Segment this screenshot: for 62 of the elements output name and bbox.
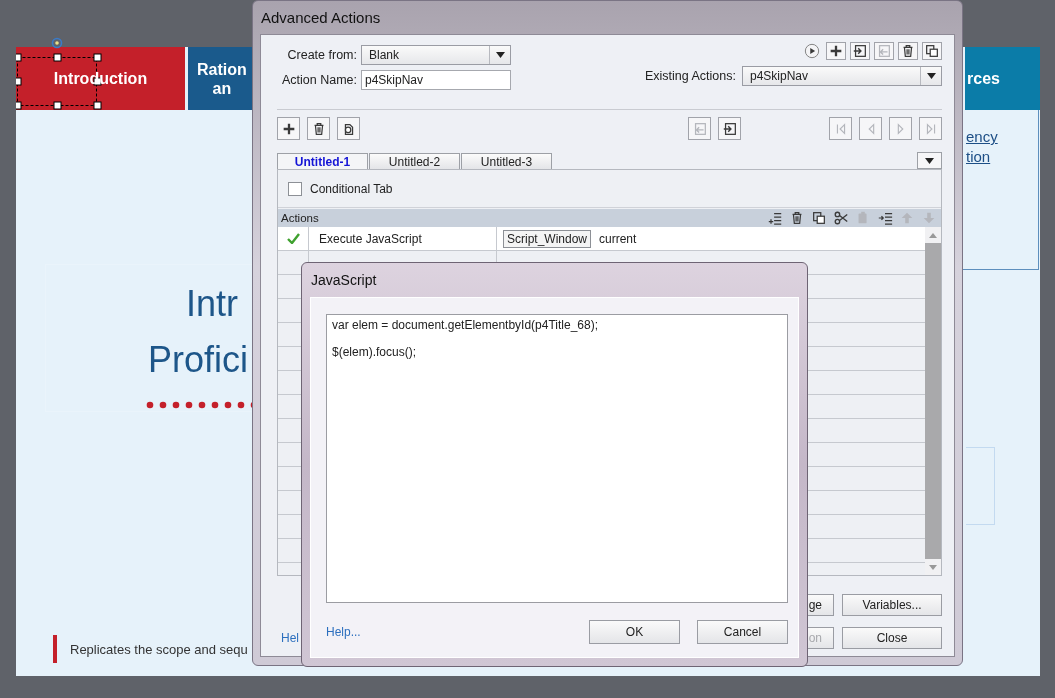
toolbar-button[interactable] xyxy=(850,42,870,60)
insert-row-icon xyxy=(877,210,893,226)
link[interactable]: ency xyxy=(966,127,998,147)
accent-bar xyxy=(53,635,57,663)
play-icon xyxy=(804,43,820,59)
window-title: Advanced Actions xyxy=(261,9,381,26)
toolbar-button[interactable] xyxy=(826,42,846,60)
copy-icon xyxy=(924,43,940,59)
scroll-up-icon[interactable] xyxy=(929,232,937,238)
help-link[interactable]: Hel xyxy=(281,631,299,645)
target-selector[interactable]: Script_Window xyxy=(503,229,592,248)
copy-icon xyxy=(811,210,827,226)
add-row-icon xyxy=(767,210,783,226)
field-label: Existing Actions: xyxy=(645,69,736,83)
field-label: Action Name: xyxy=(280,73,357,87)
export-icon xyxy=(876,43,892,59)
add-icon xyxy=(828,43,844,59)
caret-icon xyxy=(495,52,505,58)
window-title: JavaScript xyxy=(311,272,377,288)
toolbar-button[interactable] xyxy=(718,117,741,140)
dialog-button[interactable]: Close xyxy=(842,627,942,649)
scrollbar[interactable] xyxy=(925,227,941,575)
tab[interactable]: Untitled-1 xyxy=(277,153,368,169)
create-from-dropdown[interactable]: Blank xyxy=(361,45,511,65)
toolbar-button[interactable] xyxy=(337,117,360,140)
scissors-icon xyxy=(833,210,849,226)
toolbar-button[interactable] xyxy=(802,42,822,60)
link[interactable]: tion xyxy=(966,147,998,167)
check-icon[interactable] xyxy=(286,233,300,244)
caption-text: Replicates the scope and sequ xyxy=(70,641,248,657)
table-cell: Execute JavaScript xyxy=(319,231,422,246)
up-arrow-icon xyxy=(899,210,915,226)
import-icon xyxy=(852,43,868,59)
toolbar-button[interactable] xyxy=(898,42,918,60)
toolbar-button[interactable] xyxy=(277,117,300,140)
help-link[interactable]: Help... xyxy=(326,625,361,639)
dialog-button[interactable]: Cancel xyxy=(697,620,788,644)
caret-icon xyxy=(926,73,936,79)
toolbar-button[interactable] xyxy=(307,117,330,140)
tab[interactable]: Untitled-2 xyxy=(369,153,460,169)
toolbar-button[interactable] xyxy=(922,42,942,60)
checkbox-label: Conditional Tab xyxy=(310,181,393,196)
table-cell: current xyxy=(599,231,637,246)
slide-title: Profici xyxy=(148,339,249,381)
slide-title: Intr xyxy=(186,283,238,325)
header-label: Actions xyxy=(281,212,320,224)
action-name-field[interactable]: p4SkipNav xyxy=(361,70,511,90)
dialog-button[interactable]: Variables... xyxy=(842,594,942,616)
down-arrow-icon xyxy=(921,210,937,226)
rotate-handle-icon[interactable] xyxy=(51,37,63,49)
dialog-button[interactable]: OK xyxy=(589,620,680,644)
caret-icon xyxy=(925,157,934,164)
tab[interactable]: Untitled-3 xyxy=(461,153,552,169)
import-icon xyxy=(721,120,738,137)
field-label: Create from: xyxy=(286,48,357,62)
nav-tab[interactable]: rces xyxy=(965,47,1040,110)
script-field[interactable]: var elem = document.getElementbyId(p4Title_68); $(elem).focus(); xyxy=(326,314,788,603)
existing-actions-dropdown[interactable]: p4SkipNav xyxy=(742,66,942,86)
nav-tab[interactable]: Introduction xyxy=(16,47,185,110)
scroll-down-icon[interactable] xyxy=(929,564,937,570)
checkbox[interactable] xyxy=(288,181,302,196)
tab-menu-button[interactable] xyxy=(917,152,942,169)
